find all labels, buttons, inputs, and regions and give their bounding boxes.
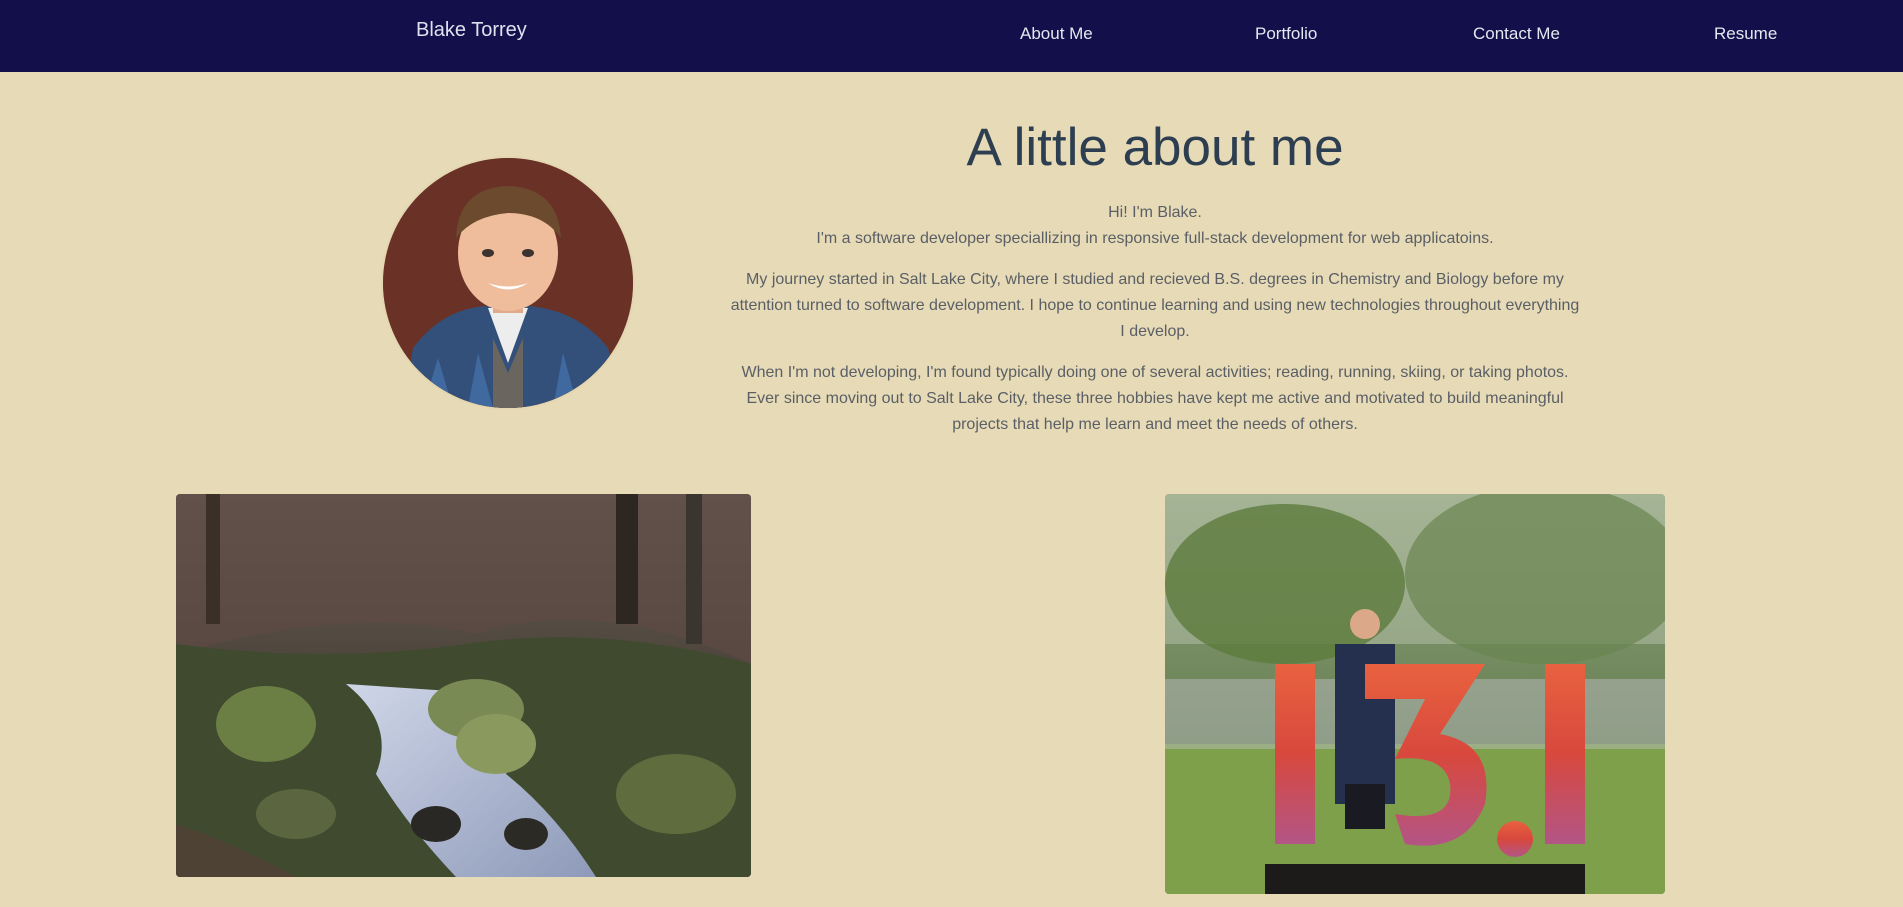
nav-link-portfolio[interactable]: Portfolio [1255,24,1317,44]
nav-link-contact-me[interactable]: Contact Me [1473,24,1560,44]
about-journey-paragraph: My journey started in Salt Lake City, wh… [730,271,1580,340]
about-section: A little about me Hi! I'm Blake. I'm a s… [730,116,1580,453]
profile-photo [383,158,633,408]
intro-description: I'm a software developer speciallizing i… [816,230,1494,247]
intro-greeting: Hi! I'm Blake. [1108,204,1202,221]
navbar: Blake Torrey About Me Portfolio Contact … [0,0,1903,72]
about-hobbies-paragraph: When I'm not developing, I'm found typic… [741,364,1569,433]
brand-link[interactable]: Blake Torrey [416,19,527,42]
about-heading: A little about me [966,118,1344,177]
nav-link-resume[interactable]: Resume [1714,24,1777,44]
half-marathon-photo [1165,494,1665,894]
nav-link-about-me[interactable]: About Me [1020,24,1093,44]
about-intro: Hi! I'm Blake. I'm a software developer … [730,200,1580,252]
forest-stream-photo [176,494,751,877]
